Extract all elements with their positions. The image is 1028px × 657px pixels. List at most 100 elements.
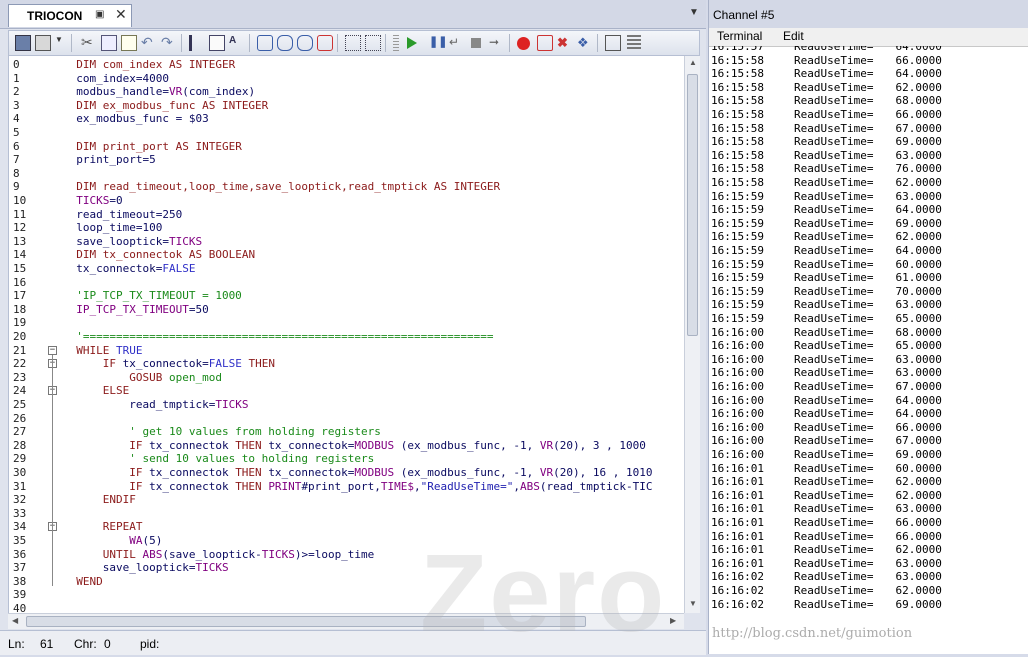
undo-icon[interactable]: ↶ [141, 35, 157, 51]
replace-icon[interactable]: A [229, 35, 245, 51]
code-line[interactable]: UNTIL ABS(save_looptick-TICKS)>=loop_tim… [63, 547, 375, 561]
code-line[interactable]: ENDIF [63, 493, 136, 506]
code-token: save_looptick= [63, 234, 169, 248]
terminal-value: 67.0000 [895, 380, 942, 393]
code-line[interactable]: ' get 10 values from holding registers [63, 425, 381, 438]
paste-icon[interactable] [121, 35, 137, 51]
code-token: VR [539, 438, 554, 452]
watch-icon[interactable]: ❖ [577, 35, 593, 51]
code-token: REPEAT [63, 520, 143, 534]
terminal-value: 62.0000 [895, 584, 942, 597]
code-line[interactable]: com_index=4000 [63, 72, 169, 85]
code-line[interactable]: WHILE TRUE [63, 344, 142, 357]
code-line[interactable]: WEND [63, 575, 103, 588]
terminal-time: 16:16:00 [711, 366, 764, 380]
copy-icon[interactable] [101, 35, 117, 51]
terminal-time: 16:15:58 [711, 162, 764, 176]
terminal-line: 16:16:02 ReadUseTime= 69.0000 [711, 598, 942, 612]
terminal-time: 16:16:01 [711, 529, 764, 543]
code-line[interactable]: ' send 10 values to holding registers [63, 452, 374, 465]
code-line[interactable]: IF tx_connectok THEN PRINT#print_port,TI… [63, 480, 652, 493]
terminal-output[interactable]: 16:15:57 ReadUseTime= 64.0000 16:15:58 ReadU… [709, 46, 1028, 654]
code-line[interactable]: DIM read_timeout,loop_time,save_looptick… [63, 180, 500, 193]
code-line[interactable]: print_port=5 [63, 153, 155, 166]
run-icon[interactable] [407, 37, 417, 49]
redo-icon[interactable]: ↷ [161, 35, 177, 51]
pin-icon[interactable]: ▣ [95, 9, 104, 20]
stop-icon[interactable] [471, 38, 481, 48]
print-dropdown-icon[interactable]: ▼ [55, 35, 65, 51]
scroll-down-icon[interactable]: ▼ [689, 599, 697, 608]
code-line[interactable]: ELSE [63, 384, 130, 397]
code-line[interactable]: read_tmptick=TICKS [63, 398, 248, 411]
code-line[interactable]: 'IP_TCP_TX_TIMEOUT = 1000 [63, 289, 242, 302]
terminal-label: ReadUseTime= [793, 407, 874, 421]
remove-breakpoints-icon[interactable]: ✖ [557, 35, 573, 51]
bookmark-icon[interactable] [257, 35, 273, 51]
comment-icon[interactable] [277, 35, 293, 51]
save-icon[interactable] [15, 35, 31, 51]
toolbar-separator [181, 34, 182, 52]
vertical-scrollbar[interactable]: ▲ ▼ [684, 56, 700, 613]
line-number: 13 [13, 234, 27, 248]
toggle-breakpoint-icon[interactable] [537, 35, 553, 51]
pause-icon[interactable]: ❚❚ [429, 35, 447, 51]
toolbar-separator [337, 34, 338, 52]
pane-menu-icon[interactable]: ▼ [689, 7, 699, 18]
indent-icon[interactable] [189, 35, 205, 51]
step-over-icon[interactable]: ➞ [489, 35, 505, 51]
terminal-value: 68.0000 [895, 94, 942, 108]
find-icon[interactable] [209, 35, 225, 51]
pid-label: pid: [140, 637, 160, 651]
code-line[interactable]: modbus_handle=VR(com_index) [63, 85, 255, 98]
terminal-time: 16:16:00 [711, 420, 764, 434]
line-number: 11 [13, 207, 27, 221]
code-line[interactable]: DIM com_index AS INTEGER [63, 58, 235, 71]
code-line[interactable]: REPEAT [63, 520, 143, 534]
step-icon[interactable]: ↵ [449, 35, 465, 51]
vertical-scroll-thumb[interactable] [687, 74, 698, 336]
fold-toggle-icon[interactable]: − [48, 345, 57, 355]
close-icon[interactable]: ✕ [115, 6, 127, 23]
code-line[interactable]: IF tx_connectok THEN tx_connectok=MODBUS… [63, 466, 652, 479]
tab-triocon[interactable]: TRIOCON ▣ ✕ [8, 4, 132, 27]
code-line[interactable]: TICKS=0 [63, 194, 122, 207]
menu-terminal[interactable]: Terminal [717, 29, 762, 43]
terminal-value: 64.0000 [895, 393, 942, 407]
code-token: "ReadUseTime=" [420, 479, 514, 493]
uncomment-icon[interactable] [297, 35, 313, 51]
scroll-right-icon[interactable]: ▶ [670, 616, 676, 625]
toolbar-overflow-icon[interactable] [627, 35, 641, 51]
code-line[interactable]: read_timeout=250 [63, 208, 182, 221]
code-token: (save_looptick- [162, 547, 262, 561]
code-line[interactable]: '=======================================… [63, 330, 493, 343]
list-icon[interactable] [345, 35, 361, 51]
print-icon[interactable] [35, 35, 51, 51]
scroll-up-icon[interactable]: ▲ [689, 58, 697, 67]
code-token: DIM print_port [63, 139, 176, 153]
terminal-value: 62.0000 [895, 230, 942, 244]
cut-icon[interactable]: ✂ [81, 35, 97, 51]
scroll-left-icon[interactable]: ◀ [12, 616, 18, 625]
code-line[interactable]: loop_time=100 [63, 221, 162, 234]
code-line[interactable]: save_looptick=TICKS [63, 561, 229, 574]
code-line[interactable]: save_looptick=TICKS [63, 235, 202, 248]
code-line[interactable]: DIM ex_modbus_func AS INTEGER [63, 99, 268, 112]
code-line[interactable]: WA(5) [63, 534, 162, 547]
code-line[interactable]: tx_connectok=FALSE [63, 262, 195, 275]
menu-edit[interactable]: Edit [783, 29, 804, 43]
code-line[interactable]: DIM tx_connectok AS BOOLEAN [63, 248, 255, 261]
list-options-icon[interactable] [365, 35, 381, 51]
code-token: TIME$ [380, 479, 415, 493]
clear-bookmarks-icon[interactable] [317, 35, 333, 51]
code-line[interactable]: IP_TCP_TX_TIMEOUT=50 [63, 303, 208, 316]
terminal-label: ReadUseTime= [793, 162, 874, 176]
checkbox-icon[interactable] [605, 35, 621, 51]
line-number: 4 [13, 112, 20, 126]
breakpoint-icon[interactable] [517, 37, 530, 50]
code-line[interactable]: ex_modbus_func = $03 [63, 112, 208, 125]
code-line[interactable]: GOSUB open_mod [63, 371, 222, 384]
code-line[interactable]: DIM print_port AS INTEGER [63, 140, 242, 153]
code-line[interactable]: IF tx_connectok THEN tx_connectok=MODBUS… [63, 439, 646, 452]
code-line[interactable]: IF tx_connectok=FALSE THEN [63, 357, 275, 370]
